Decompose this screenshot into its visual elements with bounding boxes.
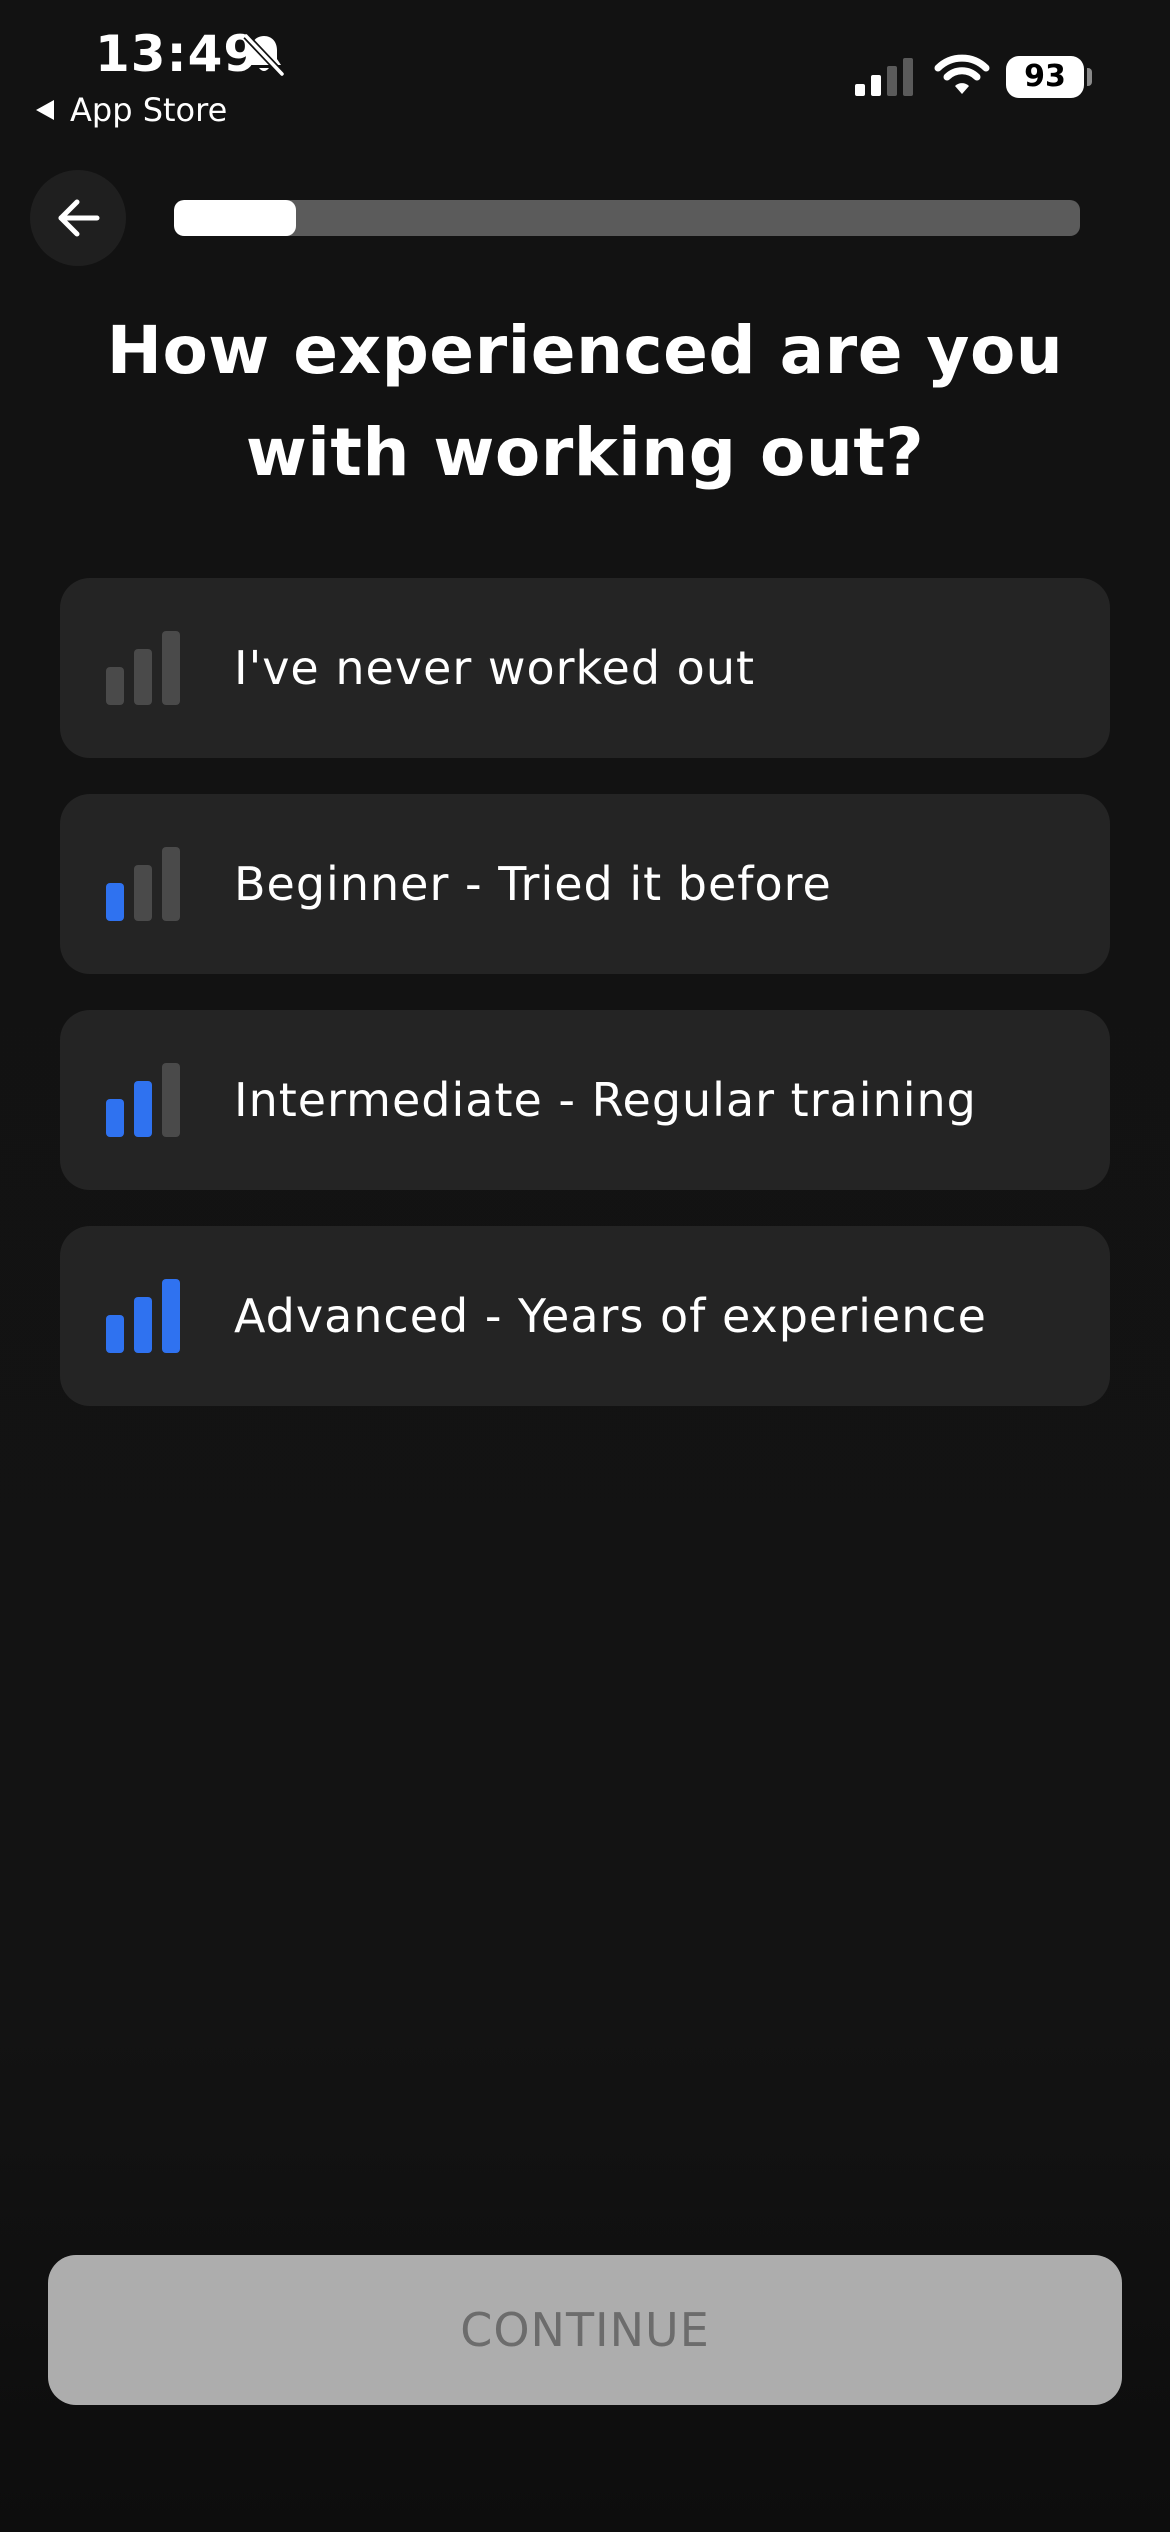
bell-slash-icon xyxy=(243,33,285,77)
status-time: 13:49 xyxy=(95,25,260,83)
onboarding-screen: 13:49 App Store 93 How experienced are y… xyxy=(0,0,1170,2532)
continue-button[interactable]: CONTINUE xyxy=(48,2255,1122,2405)
option-label: Advanced - Years of experience xyxy=(234,1289,987,1343)
experience-level-icon xyxy=(106,1279,180,1353)
title-line-2: with working out? xyxy=(245,414,925,491)
arrow-left-icon xyxy=(58,199,100,237)
option-advanced[interactable]: Advanced - Years of experience xyxy=(60,1226,1110,1406)
back-triangle-icon xyxy=(36,100,54,120)
wifi-icon xyxy=(934,54,990,94)
title-line-1: How experienced are you xyxy=(106,312,1064,389)
progress-fill xyxy=(174,200,297,236)
option-never-worked-out[interactable]: I've never worked out xyxy=(60,578,1110,758)
progress-bar xyxy=(174,200,1080,236)
back-app-label: App Store xyxy=(70,91,228,129)
question-title: How experienced are you with working out… xyxy=(60,300,1110,504)
experience-level-icon xyxy=(106,631,180,705)
option-beginner[interactable]: Beginner - Tried it before xyxy=(60,794,1110,974)
experience-options: I've never worked out Beginner - Tried i… xyxy=(60,578,1110,1442)
experience-level-icon xyxy=(106,847,180,921)
option-label: Beginner - Tried it before xyxy=(234,857,832,911)
option-label: Intermediate - Regular training xyxy=(234,1073,977,1127)
cellular-signal-icon xyxy=(855,58,913,96)
back-button[interactable] xyxy=(30,170,126,266)
battery-tip xyxy=(1087,68,1092,86)
battery-indicator: 93 xyxy=(1006,56,1084,98)
option-intermediate[interactable]: Intermediate - Regular training xyxy=(60,1010,1110,1190)
back-to-app-store[interactable]: App Store xyxy=(36,90,227,130)
experience-level-icon xyxy=(106,1063,180,1137)
option-label: I've never worked out xyxy=(234,641,756,695)
